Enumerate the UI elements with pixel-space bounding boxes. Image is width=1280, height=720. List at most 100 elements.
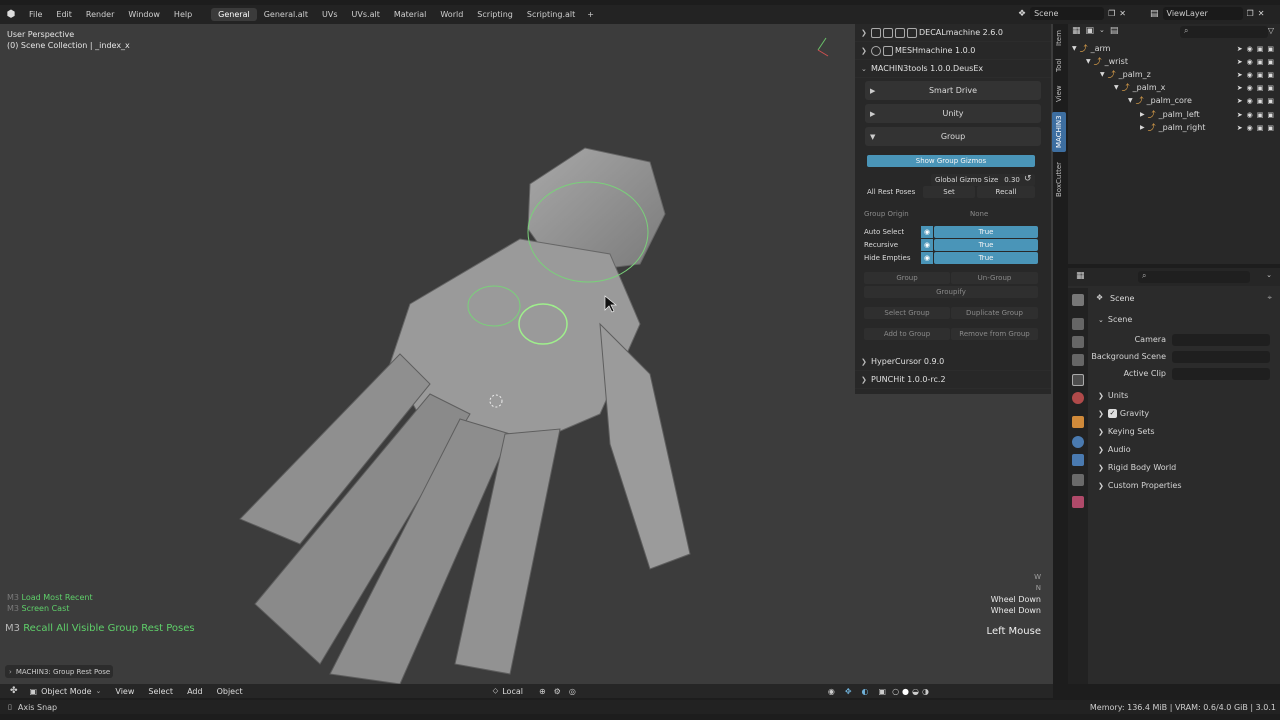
select-arrow-icon[interactable]: ➤ [1237,58,1243,66]
eye-icon[interactable]: ◉ [921,239,933,251]
monitor-icon[interactable]: ▣ [1257,45,1264,53]
workspace-tab-scripting[interactable]: Scripting [470,8,520,21]
editor-type-icon[interactable]: ▦ [1076,271,1085,281]
expand-down-icon[interactable]: ▼ [1086,58,1091,65]
tab-item[interactable]: Item [1052,26,1066,50]
group-button[interactable]: Group [864,272,950,284]
new-collection-icon[interactable]: ▤ [1110,26,1119,36]
pivot-icon[interactable]: ⊕ [539,687,546,696]
camera-icon[interactable]: ▣ [1267,111,1274,119]
camera-icon[interactable]: ▣ [1267,45,1274,53]
scene-tab-icon[interactable] [1072,374,1084,386]
select-group-button[interactable]: Select Group [864,307,950,319]
tree-row[interactable]: ▼ ⤴ _arm ➤ ◉ ▣ ▣ [1072,42,1280,55]
active-clip-field[interactable] [1172,368,1270,380]
show-group-gizmos-toggle[interactable]: Show Group Gizmos [867,155,1035,167]
remove-viewlayer-icon[interactable]: ✕ [1258,9,1265,18]
expand-down-icon[interactable]: ▼ [1128,97,1133,104]
copy-viewlayer-icon[interactable]: ❐ [1247,9,1254,18]
copy-scene-icon[interactable]: ❐ [1108,9,1115,18]
view-layer-tab-icon[interactable] [1072,354,1084,366]
monitor-icon[interactable]: ▣ [1257,124,1264,132]
properties-search-input[interactable]: ⌕ [1138,271,1250,283]
addon-panel-hypercursor[interactable]: ❯ HyperCursor 0.9.0 [855,353,1051,371]
ungroup-button[interactable]: Un-Group [951,272,1038,284]
menu-object[interactable]: Object [217,687,243,696]
camera-field[interactable] [1172,334,1270,346]
rendered-shading-icon[interactable]: ◑ [922,687,929,696]
subpanel-smart-drive[interactable]: ▶ Smart Drive [865,81,1041,100]
snap-icon[interactable]: ⚙ [554,687,561,696]
render-tab-icon[interactable] [1072,318,1084,330]
add-to-group-button[interactable]: Add to Group [864,328,950,340]
scene-selector[interactable]: ❖ Scene ❐ ✕ [1018,7,1126,20]
panel-keying-sets[interactable]: ❯ Keying Sets [1098,427,1155,436]
menu-edit[interactable]: Edit [49,10,79,19]
subpanel-unity[interactable]: ▶ Unity [865,104,1041,123]
reset-icon[interactable]: ↺ [1024,174,1032,184]
tool-tab-icon[interactable] [1072,294,1084,306]
camera-icon[interactable]: ▣ [1267,58,1274,66]
eye-icon[interactable]: ◉ [1247,97,1253,105]
select-arrow-icon[interactable]: ➤ [1237,97,1243,105]
workspace-tab-general-alt[interactable]: General.alt [257,8,315,21]
panel-units[interactable]: ❯ Units [1098,391,1128,400]
scene-name-field[interactable]: Scene [1030,7,1105,20]
recursive-toggle[interactable]: True [934,239,1038,251]
tab-boxcutter[interactable]: BoxCutter [1052,158,1066,200]
eye-icon[interactable]: ◉ [1247,124,1253,132]
expand-down-icon[interactable]: ▼ [1100,71,1105,78]
overlay-icon[interactable]: ◐ [862,687,869,696]
physics-tab-icon[interactable] [1072,436,1084,448]
menu-add[interactable]: Add [187,687,203,696]
filter-icon[interactable]: ▣ [1086,26,1095,36]
groupify-button[interactable]: Groupify [864,286,1038,298]
filter-funnel-icon[interactable]: ▽ [1268,26,1274,35]
tree-row[interactable]: ▶ ⤴ _palm_left ➤ ◉ ▣ ▣ [1140,108,1280,121]
menu-render[interactable]: Render [79,10,121,19]
group-origin-value[interactable]: None [970,210,988,218]
wireframe-shading-icon[interactable]: ○ [892,687,899,696]
monitor-icon[interactable]: ▣ [1257,111,1264,119]
set-rest-pose-button[interactable]: Set [923,186,975,198]
tree-row[interactable]: ▼ ⤴ _palm_z ➤ ◉ ▣ ▣ [1100,68,1280,81]
mode-dropdown[interactable]: Object Mode [41,687,91,696]
monitor-icon[interactable]: ▣ [1257,84,1264,92]
eye-icon[interactable]: ◉ [1247,71,1253,79]
select-arrow-icon[interactable]: ➤ [1237,71,1243,79]
menu-view[interactable]: View [115,687,134,696]
eye-icon[interactable]: ◉ [1247,84,1253,92]
menu-select[interactable]: Select [148,687,173,696]
output-tab-icon[interactable] [1072,336,1084,348]
tab-tool[interactable]: Tool [1052,54,1066,76]
addon-panel-punchit[interactable]: ❯ PUNCHit 1.0.0-rc.2 [855,371,1051,389]
object-tab-icon[interactable] [1072,416,1084,428]
tree-row[interactable]: ▼ ⤴ _palm_x ➤ ◉ ▣ ▣ [1114,81,1280,94]
background-scene-field[interactable] [1172,351,1270,363]
visibility-toggles[interactable]: ➤ ◉ ▣ ▣ [1237,45,1274,53]
chevron-down-icon[interactable]: ⌄ [1099,26,1105,36]
data-tab-icon[interactable] [1072,474,1084,486]
blender-logo-icon[interactable]: ⬢ [0,9,22,20]
redo-panel[interactable]: › MACHIN3: Group Rest Pose [5,665,113,678]
gizmo-icon[interactable]: ✥ [845,687,852,696]
panel-audio[interactable]: ❯ Audio [1098,445,1131,454]
visibility-toggles[interactable]: ➤ ◉ ▣ ▣ [1237,124,1274,132]
eye-icon[interactable]: ◉ [1247,58,1253,66]
panel-gravity[interactable]: ❯ ✓ Gravity [1098,409,1149,418]
workspace-tab-uvs[interactable]: UVs [315,8,345,21]
expand-right-icon[interactable]: ▶ [1140,111,1145,118]
workspace-tab-uvs-alt[interactable]: UVs.alt [345,8,387,21]
monitor-icon[interactable]: ▣ [1257,97,1264,105]
subpanel-group[interactable]: ▼ Group [865,127,1041,146]
eye-icon[interactable]: ◉ [921,252,933,264]
workspace-tab-general[interactable]: General [211,8,257,21]
world-tab-icon[interactable] [1072,392,1084,404]
visibility-toggles[interactable]: ➤ ◉ ▣ ▣ [1237,97,1274,105]
expand-down-icon[interactable]: ▼ [1072,45,1077,52]
workspace-tab-world[interactable]: World [433,8,470,21]
menu-window[interactable]: Window [121,10,167,19]
constraints-tab-icon[interactable] [1072,454,1084,466]
visibility-toggles[interactable]: ➤ ◉ ▣ ▣ [1237,58,1274,66]
material-shading-icon[interactable]: ◒ [912,687,919,696]
